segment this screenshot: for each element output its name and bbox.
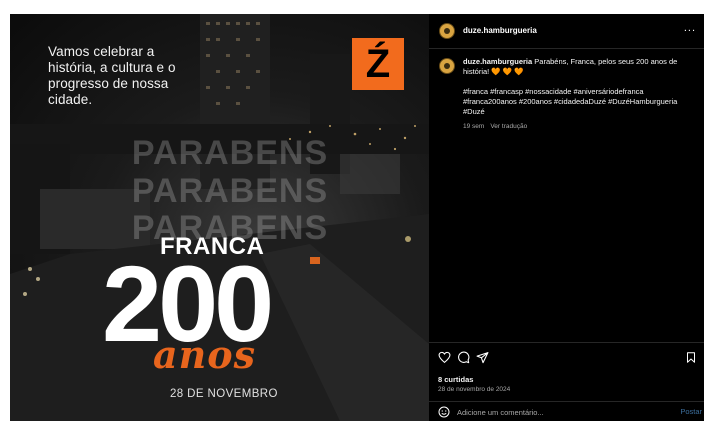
heart-icon[interactable] [438,351,451,364]
caption: duze.hamburgueria Parabéns, Franca, pelo… [463,57,693,132]
like-count[interactable]: 8 curtidas [438,375,473,384]
post-image: Vamos celebrar a história, a cultura e o… [10,14,429,421]
more-horizontal-icon[interactable]: ... [684,22,696,34]
avatar[interactable] [439,23,455,39]
post-header: duze.hamburgueria ... [429,14,704,49]
share-icon[interactable] [476,351,489,364]
post-date: 28 de novembro de 2024 [438,386,511,393]
event-date: 28 DE NOVEMBRO [170,388,278,400]
header-username[interactable]: duze.hamburgueria [463,26,537,35]
action-bar: 8 curtidas 28 de novembro de 2024 [429,342,704,401]
post-modal: Vamos celebrar a história, a cultura e o… [10,14,704,421]
caption-avatar[interactable] [439,58,455,74]
post-comment-button[interactable]: Postar [680,407,702,416]
comment-bar: Postar [429,401,704,422]
comment-icon[interactable] [457,351,470,364]
comment-input[interactable] [457,407,657,418]
see-translation-link[interactable]: Ver tradução [490,123,527,130]
caption-hashtags[interactable]: #franca #francasp #nossacidade #aniversá… [463,87,693,117]
watermark-parabens-2: PARABENS [131,172,329,210]
caption-time: 19 sem [463,123,485,130]
anos-script: anos [153,332,256,377]
emoji-icon[interactable] [438,406,450,418]
headline-text: Vamos celebrar a história, a cultura e o… [48,44,176,107]
watermark-parabens-1: PARABENS [131,134,329,172]
bookmark-icon[interactable] [685,351,697,364]
duze-logo: Ź [352,38,404,90]
caption-username[interactable]: duze.hamburgueria [463,57,532,66]
caption-meta: 19 sem Ver tradução [463,122,693,132]
post-side-panel: duze.hamburgueria ... duze.hamburgueria … [429,14,704,421]
